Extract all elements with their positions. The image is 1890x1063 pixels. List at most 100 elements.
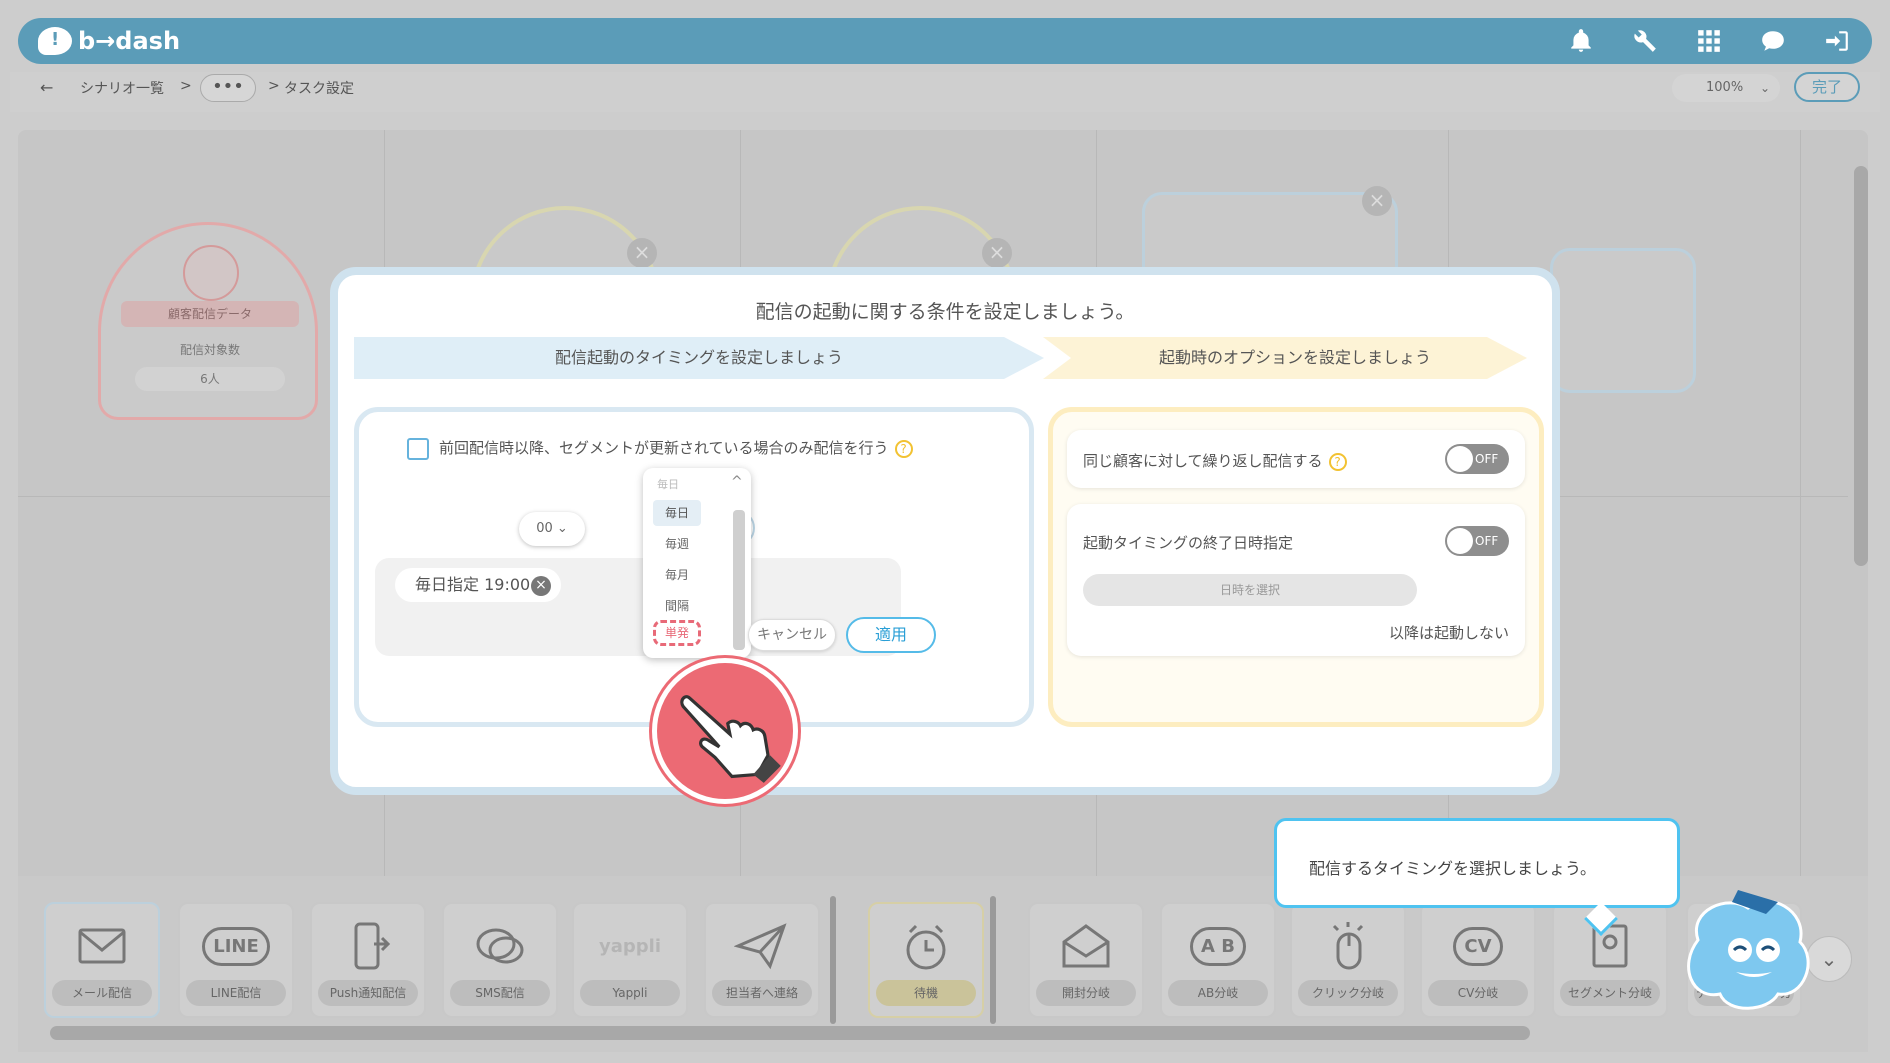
tool-push[interactable]: Push通知配信 — [310, 902, 426, 1018]
chevron-up-icon[interactable]: ^ — [731, 474, 743, 490]
logo-text: b→dash — [78, 27, 181, 55]
breadcrumb-current: タスク設定 — [284, 81, 354, 97]
remove-chip-icon[interactable]: × — [531, 576, 551, 596]
segment-updated-label-row: 前回配信時以降、セグメントが更新されている場合のみ配信を行う? — [439, 437, 913, 458]
frequency-dropdown[interactable]: 毎日 ^ 毎日 毎週 毎月 間隔 単発 — [643, 468, 751, 658]
segment-updated-checkbox[interactable] — [407, 438, 429, 460]
tool-line[interactable]: LINE LINE配信 — [178, 902, 294, 1018]
hour-value: 00 — [536, 521, 553, 536]
date-picker-button[interactable]: 日時を選択 — [1083, 574, 1417, 606]
hour-select[interactable]: 00 ⌄ — [519, 512, 585, 546]
tool-cv-branch[interactable]: CV CV分岐 — [1420, 902, 1536, 1018]
schedule-chip: 毎日指定 19:00 × — [395, 568, 561, 602]
push-icon — [340, 916, 396, 976]
close-icon[interactable]: × — [982, 238, 1012, 268]
group-icon — [183, 245, 239, 301]
zoom-select[interactable]: 100% ⌄ — [1672, 74, 1780, 102]
end-date-option-card: 起動タイミングの終了日時指定 OFF 日時を選択 以降は起動しない — [1067, 504, 1525, 656]
start-node-count: 6人 — [135, 367, 285, 391]
back-arrow-icon[interactable]: ← — [40, 78, 53, 97]
grid-line — [1800, 130, 1801, 890]
toolbar-divider — [830, 896, 836, 1024]
ab-branch-icon: A B — [1190, 916, 1246, 976]
close-icon[interactable]: × — [627, 238, 657, 268]
schedule-chip-label: 毎日指定 19:00 — [415, 575, 531, 594]
open-branch-icon — [1058, 916, 1114, 976]
dropdown-option-weekly[interactable]: 毎週 — [653, 531, 701, 557]
tool-contact[interactable]: 担当者へ連絡 — [704, 902, 820, 1018]
tool-label: SMS配信 — [450, 980, 550, 1006]
horizontal-scrollbar[interactable] — [50, 1026, 1530, 1040]
dropdown-option-single[interactable]: 単発 — [653, 620, 701, 646]
tool-open-branch[interactable]: 開封分岐 — [1028, 902, 1144, 1018]
help-icon[interactable]: ? — [1328, 452, 1347, 471]
dropdown-current: 毎日 — [657, 478, 679, 491]
options-panel: 同じ顧客に対して繰り返し配信する? OFF 起動タイミングの終了日時指定 OFF… — [1048, 407, 1544, 727]
breadcrumb-scenarios[interactable]: シナリオ一覧 — [80, 78, 164, 98]
zoom-value: 100% — [1706, 80, 1744, 95]
tool-label: クリック分岐 — [1298, 980, 1398, 1006]
toolbar-divider — [990, 896, 996, 1024]
tool-sms[interactable]: SMS配信 — [442, 902, 558, 1018]
tool-label: 待機 — [876, 980, 976, 1006]
cv-branch-icon-text: CV — [1453, 926, 1503, 966]
breadcrumb-more-button[interactable]: ••• — [200, 74, 256, 102]
start-node-count-label: 配信対象数 — [179, 343, 240, 357]
vertical-scrollbar[interactable] — [1854, 166, 1868, 566]
after-label: 以降は起動しない — [1388, 624, 1509, 642]
line-icon-text: LINE — [202, 926, 270, 966]
empty-node[interactable] — [1550, 248, 1696, 393]
repeat-label-row: 同じ顧客に対して繰り返し配信する? — [1083, 450, 1347, 471]
tool-mail[interactable]: メール配信 — [44, 902, 160, 1018]
start-node-title: 顧客配信データ — [121, 301, 299, 327]
sms-icon — [472, 916, 528, 976]
repeat-label: 同じ顧客に対して繰り返し配信する — [1083, 452, 1323, 470]
ab-branch-icon-text: A B — [1190, 926, 1246, 966]
wrench-icon[interactable] — [1630, 27, 1660, 55]
repeat-toggle[interactable]: OFF — [1445, 444, 1509, 474]
tool-click-branch[interactable]: クリック分岐 — [1290, 902, 1406, 1018]
tool-label: 開封分岐 — [1036, 980, 1136, 1006]
yappli-icon-text: yappli — [599, 935, 661, 957]
tool-ab-branch[interactable]: A B AB分岐 — [1160, 902, 1276, 1018]
tool-label: セグメント分岐 — [1560, 980, 1660, 1006]
guide-tooltip: 配信するタイミングを選択しましょう。 — [1274, 818, 1680, 936]
segment-updated-label: 前回配信時以降、セグメントが更新されている場合のみ配信を行う — [439, 439, 889, 457]
done-button[interactable]: 完了 — [1794, 72, 1860, 102]
repeat-option-card: 同じ顧客に対して繰り返し配信する? OFF — [1067, 430, 1525, 488]
breadcrumb-separator: > — [180, 78, 192, 94]
tool-label: 担当者へ連絡 — [712, 980, 812, 1006]
top-bar: b→dash — [18, 18, 1872, 64]
tool-yappli[interactable]: yappli Yappli — [572, 902, 688, 1018]
bdash-logo[interactable]: b→dash — [38, 27, 180, 55]
end-date-label: 起動タイミングの終了日時指定 — [1083, 534, 1294, 552]
apply-button[interactable]: 適用 — [846, 617, 936, 653]
notification-icon[interactable] — [1758, 27, 1788, 55]
tool-label: AB分岐 — [1168, 980, 1268, 1006]
tool-label: Push通知配信 — [318, 980, 418, 1006]
dropdown-scrollbar[interactable] — [733, 510, 745, 650]
wait-icon — [898, 916, 954, 976]
tool-label: LINE配信 — [186, 980, 286, 1006]
line-icon: LINE — [202, 916, 270, 976]
tool-label: Yappli — [580, 980, 680, 1006]
trigger-settings-modal: 配信の起動に関する条件を設定しましょう。 配信起動のタイミングを設定しましょう … — [330, 267, 1560, 795]
dropdown-option-daily[interactable]: 毎日 — [653, 500, 701, 526]
close-icon[interactable]: × — [1362, 186, 1392, 216]
logout-icon[interactable] — [1822, 27, 1852, 55]
click-branch-icon — [1320, 916, 1376, 976]
contact-icon — [734, 916, 790, 976]
end-date-toggle[interactable]: OFF — [1445, 526, 1509, 556]
tool-wait[interactable]: 待機 — [868, 902, 984, 1018]
bell-icon[interactable] — [1566, 27, 1596, 55]
grid-icon[interactable] — [1694, 27, 1724, 55]
help-icon[interactable]: ? — [894, 439, 913, 458]
mascot-icon — [1687, 890, 1810, 1010]
cancel-button[interactable]: キャンセル — [748, 619, 836, 651]
pointing-hand-icon — [652, 658, 798, 804]
step-options: 起動時のオプションを設定しましょう — [1043, 337, 1527, 379]
chevron-down-icon: ⌄ — [1759, 81, 1770, 95]
tool-label: メール配信 — [52, 980, 152, 1006]
dropdown-option-monthly[interactable]: 毎月 — [653, 562, 701, 588]
dropdown-option-interval[interactable]: 間隔 — [653, 593, 701, 619]
